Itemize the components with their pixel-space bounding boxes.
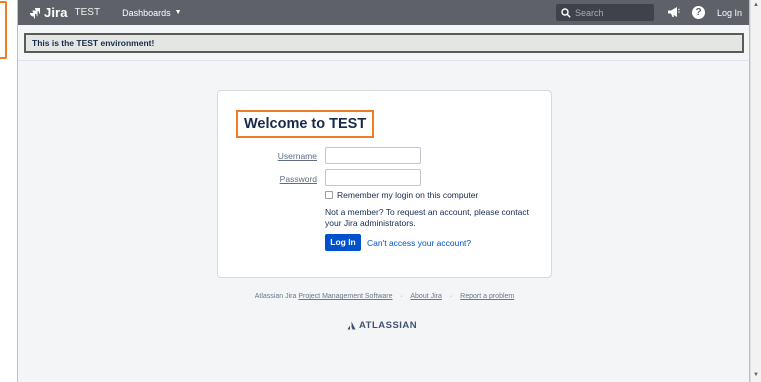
- remember-checkbox[interactable]: [325, 191, 333, 199]
- password-label: Password: [279, 174, 317, 184]
- report-problem-link[interactable]: Report a problem: [460, 293, 514, 300]
- banner-text: This is the TEST environment!: [32, 38, 155, 48]
- divider: [18, 60, 749, 61]
- chevron-down-icon: ▼: [174, 9, 182, 16]
- password-field[interactable]: [325, 169, 421, 186]
- search-box[interactable]: [556, 4, 654, 21]
- atlassian-logo: ATLASSIAN: [347, 320, 417, 331]
- scroll-down-icon[interactable]: ▼: [752, 372, 760, 378]
- nav-login-link[interactable]: Log In: [717, 8, 742, 18]
- pms-link[interactable]: Project Management Software: [298, 293, 392, 300]
- login-card: Welcome to TEST Username Password Rememb…: [217, 90, 552, 278]
- search-icon: [561, 7, 571, 18]
- top-navigation-bar: Jira TEST Dashboards ▼ ? Log In: [18, 0, 749, 25]
- footer-links: Atlassian Jira Project Management Softwa…: [18, 293, 749, 300]
- logo-text: Jira: [44, 5, 68, 20]
- page-title: Welcome to TEST: [236, 110, 375, 138]
- jira-logo[interactable]: Jira TEST: [29, 0, 100, 25]
- search-input[interactable]: [575, 7, 650, 18]
- environment-banner: This is the TEST environment!: [24, 33, 744, 53]
- vertical-scrollbar[interactable]: [750, 0, 761, 382]
- dashboards-menu[interactable]: Dashboards ▼: [122, 8, 181, 18]
- username-field[interactable]: [325, 147, 421, 164]
- remember-label: Remember my login on this computer: [337, 190, 479, 200]
- megaphone-icon[interactable]: [667, 6, 680, 18]
- remember-me[interactable]: Remember my login on this computer: [325, 190, 478, 200]
- annotation-bracket: [0, 1, 7, 59]
- footer-separator: ·: [400, 293, 403, 300]
- scroll-up-icon[interactable]: ▲: [752, 2, 760, 8]
- login-button[interactable]: Log In: [325, 234, 361, 251]
- request-account-text: Not a member? To request an account, ple…: [325, 207, 529, 228]
- footer-separator: ·: [449, 293, 453, 300]
- atlassian-wordmark: ATLASSIAN: [359, 320, 418, 331]
- environment-label: TEST: [74, 7, 101, 18]
- about-jira-link[interactable]: About Jira: [410, 293, 442, 300]
- atlassian-icon: [347, 321, 356, 330]
- dashboards-label: Dashboards: [122, 7, 171, 18]
- browser-viewport: Jira TEST Dashboards ▼ ? Log In This is …: [17, 0, 750, 382]
- footer-prefix: Atlassian Jira: [254, 293, 297, 300]
- username-label: Username: [277, 151, 317, 161]
- help-icon[interactable]: ?: [692, 6, 705, 19]
- cant-access-link[interactable]: Can't access your account?: [367, 238, 471, 248]
- jira-logo-icon: [29, 7, 41, 19]
